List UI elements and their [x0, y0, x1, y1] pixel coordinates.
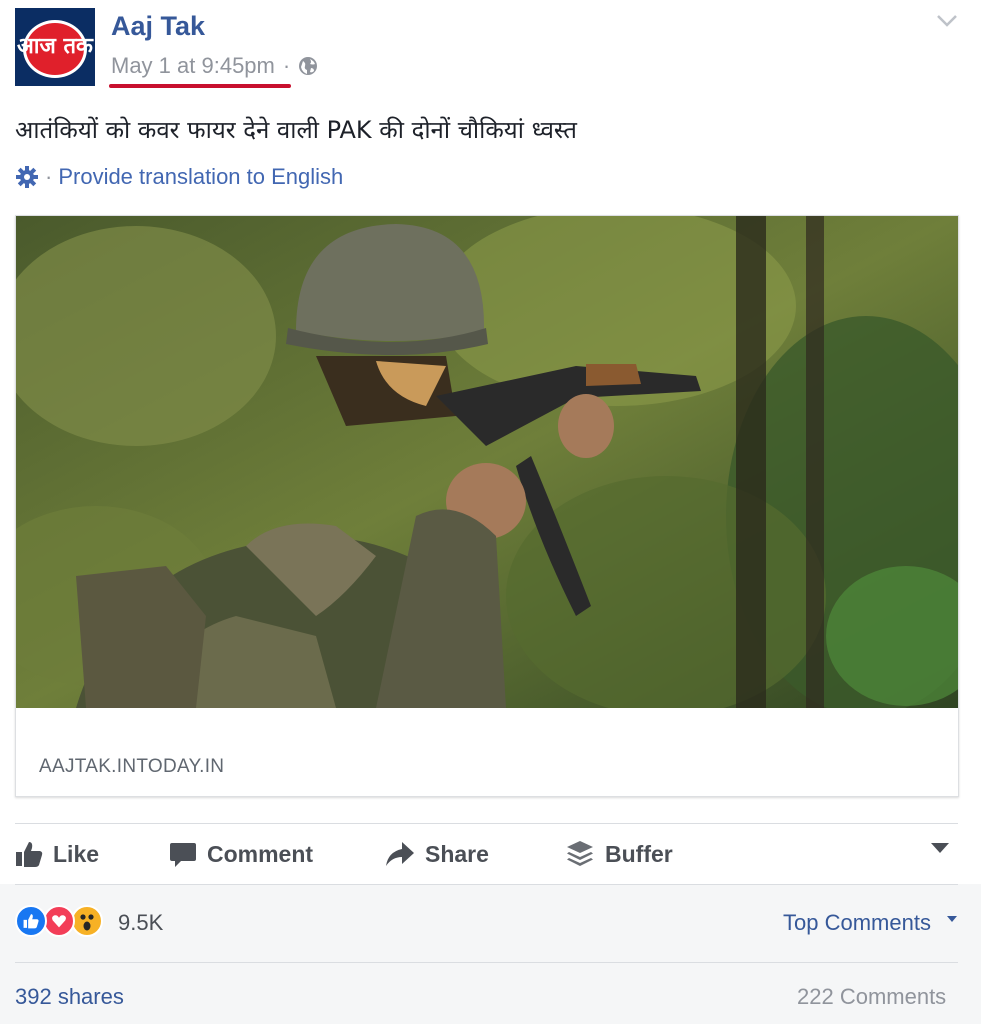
- divider-bottom: [15, 962, 958, 963]
- gear-icon[interactable]: [15, 165, 39, 189]
- more-actions-caret-icon[interactable]: [931, 843, 949, 853]
- comments-count[interactable]: 222 Comments: [797, 984, 946, 1010]
- page-avatar[interactable]: आज तक: [15, 8, 95, 86]
- comment-button[interactable]: Comment: [169, 836, 313, 872]
- share-label: Share: [425, 840, 489, 867]
- buffer-label: Buffer: [605, 840, 673, 867]
- link-domain: AAJTAK.INTODAY.IN: [39, 756, 225, 777]
- globe-icon: [299, 57, 318, 75]
- chevron-down-icon[interactable]: [936, 14, 958, 28]
- translate-row: · Provide translation to English: [15, 164, 343, 190]
- avatar-logo-text: आज तक: [17, 34, 93, 59]
- comment-label: Comment: [207, 840, 314, 867]
- shares-count-link[interactable]: 392 shares: [15, 984, 124, 1010]
- share-button[interactable]: Share: [385, 836, 489, 872]
- soldier-photo: [16, 216, 958, 708]
- link-preview-card[interactable]: AAJTAK.INTODAY.IN: [15, 215, 959, 797]
- share-arrow-icon: [386, 842, 414, 866]
- buffer-stack-icon: [567, 841, 593, 866]
- love-reaction-icon: [43, 905, 75, 937]
- meta-separator: ·: [282, 53, 291, 78]
- provide-translation-link[interactable]: Provide translation to English: [58, 164, 343, 190]
- reaction-icons[interactable]: [15, 905, 103, 937]
- buffer-button[interactable]: Buffer: [565, 836, 673, 872]
- reaction-count[interactable]: 9.5K: [118, 910, 163, 936]
- top-comments-dropdown[interactable]: Top Comments: [783, 910, 931, 936]
- caret-down-icon[interactable]: [947, 916, 957, 922]
- post-message: आतंकियों को कवर फायर देने वाली PAK की दो…: [15, 116, 577, 144]
- divider-footer: [15, 884, 958, 885]
- post-timestamp-link[interactable]: May 1 at 9:45pm: [111, 53, 275, 79]
- like-label: Like: [53, 840, 100, 867]
- like-reaction-icon: [15, 905, 47, 937]
- translate-separator: ·: [45, 164, 53, 189]
- wow-reaction-icon: [71, 905, 103, 937]
- like-button[interactable]: Like: [15, 836, 99, 872]
- divider-top: [15, 823, 958, 824]
- timestamp-highlight-underline: [109, 84, 291, 88]
- comment-icon: [170, 843, 196, 867]
- thumbs-up-icon: [16, 842, 43, 867]
- post-meta: May 1 at 9:45pm ·: [111, 53, 318, 79]
- link-preview-image[interactable]: [16, 216, 958, 708]
- page-name-link[interactable]: Aaj Tak: [111, 11, 205, 42]
